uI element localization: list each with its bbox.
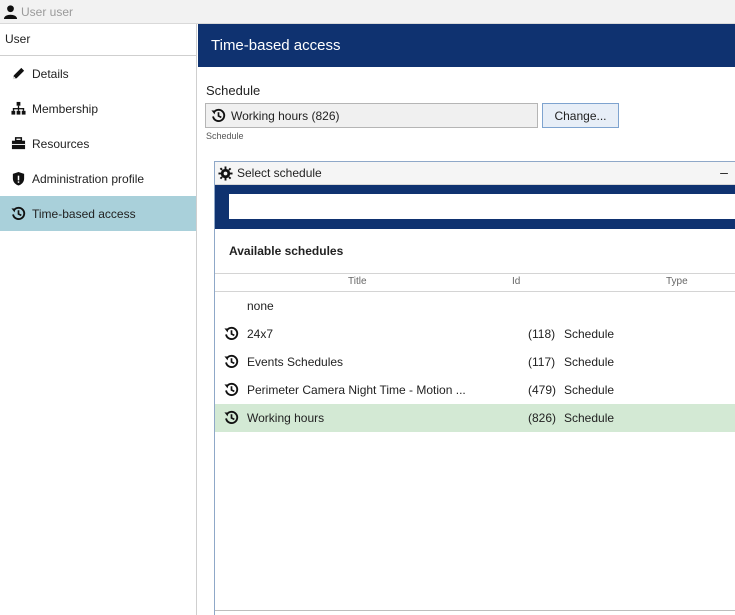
briefcase-icon	[11, 136, 26, 151]
popup-title: Select schedule	[237, 166, 322, 180]
divider	[215, 610, 735, 611]
sidebar-item-label: Resources	[32, 136, 90, 151]
schedule-icon	[224, 382, 239, 397]
row-title: Working hours	[247, 411, 325, 425]
schedule-icon	[211, 108, 226, 123]
user-icon	[3, 5, 18, 19]
change-button[interactable]: Change...	[542, 103, 619, 128]
schedule-field: Working hours (826)	[205, 103, 538, 128]
schedule-caption: Schedule	[206, 131, 244, 141]
minimize-button[interactable]: –	[717, 164, 731, 182]
sidebar: User Details Membership Resources Admini…	[0, 24, 197, 615]
table-row-selected[interactable]: Working hours (826) Schedule	[215, 404, 735, 432]
sidebar-item-administration-profile[interactable]: Administration profile	[0, 161, 196, 196]
table-header: Title Id Type	[215, 273, 735, 292]
row-title: 24x7	[247, 327, 274, 341]
window-titlebar: User user	[0, 0, 735, 24]
schedule-label: Schedule	[206, 83, 261, 98]
select-schedule-popup: Select schedule – Available schedules Ti…	[214, 161, 735, 615]
sidebar-item-label: Time-based access	[32, 206, 136, 221]
row-title: Events Schedules	[247, 355, 344, 369]
row-type: Schedule	[564, 327, 615, 341]
schedule-value: Working hours (826)	[231, 108, 340, 123]
table-row[interactable]: Events Schedules (117) Schedule	[215, 348, 735, 376]
shield-icon	[11, 171, 26, 186]
row-id: (118)	[528, 327, 556, 341]
search-band	[215, 185, 735, 229]
table-row[interactable]: Perimeter Camera Night Time - Motion ...…	[215, 376, 735, 404]
popup-titlebar: Select schedule –	[215, 162, 735, 185]
table-row[interactable]: 24x7 (118) Schedule	[215, 320, 735, 348]
row-type: Schedule	[564, 383, 615, 397]
search-input[interactable]	[229, 194, 735, 219]
row-id: (479)	[528, 383, 557, 397]
sidebar-item-details[interactable]: Details	[0, 56, 196, 91]
table-row[interactable]: none	[215, 292, 735, 320]
hierarchy-icon	[11, 101, 26, 116]
column-id-header[interactable]: Id	[512, 276, 520, 287]
window-title: User user	[21, 4, 74, 19]
column-type-header[interactable]: Type	[666, 276, 688, 287]
sidebar-item-membership[interactable]: Membership	[0, 91, 196, 126]
schedule-list: none 24x7 (118) Schedule Events Schedule…	[215, 292, 735, 432]
row-id: (117)	[528, 355, 556, 369]
row-type: Schedule	[564, 355, 615, 369]
available-schedules-heading: Available schedules	[229, 244, 344, 258]
schedule-icon	[224, 326, 239, 341]
sidebar-item-label: Membership	[32, 101, 99, 116]
row-title: none	[247, 299, 274, 313]
schedule-icon	[224, 410, 239, 425]
sidebar-item-time-based-access[interactable]: Time-based access	[0, 196, 196, 231]
sidebar-item-label: Details	[32, 66, 69, 81]
row-id: (826)	[528, 411, 557, 425]
gear-icon	[218, 165, 233, 181]
schedule-icon	[224, 354, 239, 369]
sidebar-item-resources[interactable]: Resources	[0, 126, 196, 161]
column-title-header[interactable]: Title	[348, 276, 367, 287]
schedule-icon	[11, 206, 26, 221]
sidebar-item-label: Administration profile	[32, 171, 145, 186]
pencil-icon	[11, 66, 26, 81]
row-type: Schedule	[564, 411, 615, 425]
page-title: Time-based access	[198, 24, 735, 67]
sidebar-header: User	[0, 24, 196, 56]
row-title: Perimeter Camera Night Time - Motion ...	[247, 383, 466, 397]
